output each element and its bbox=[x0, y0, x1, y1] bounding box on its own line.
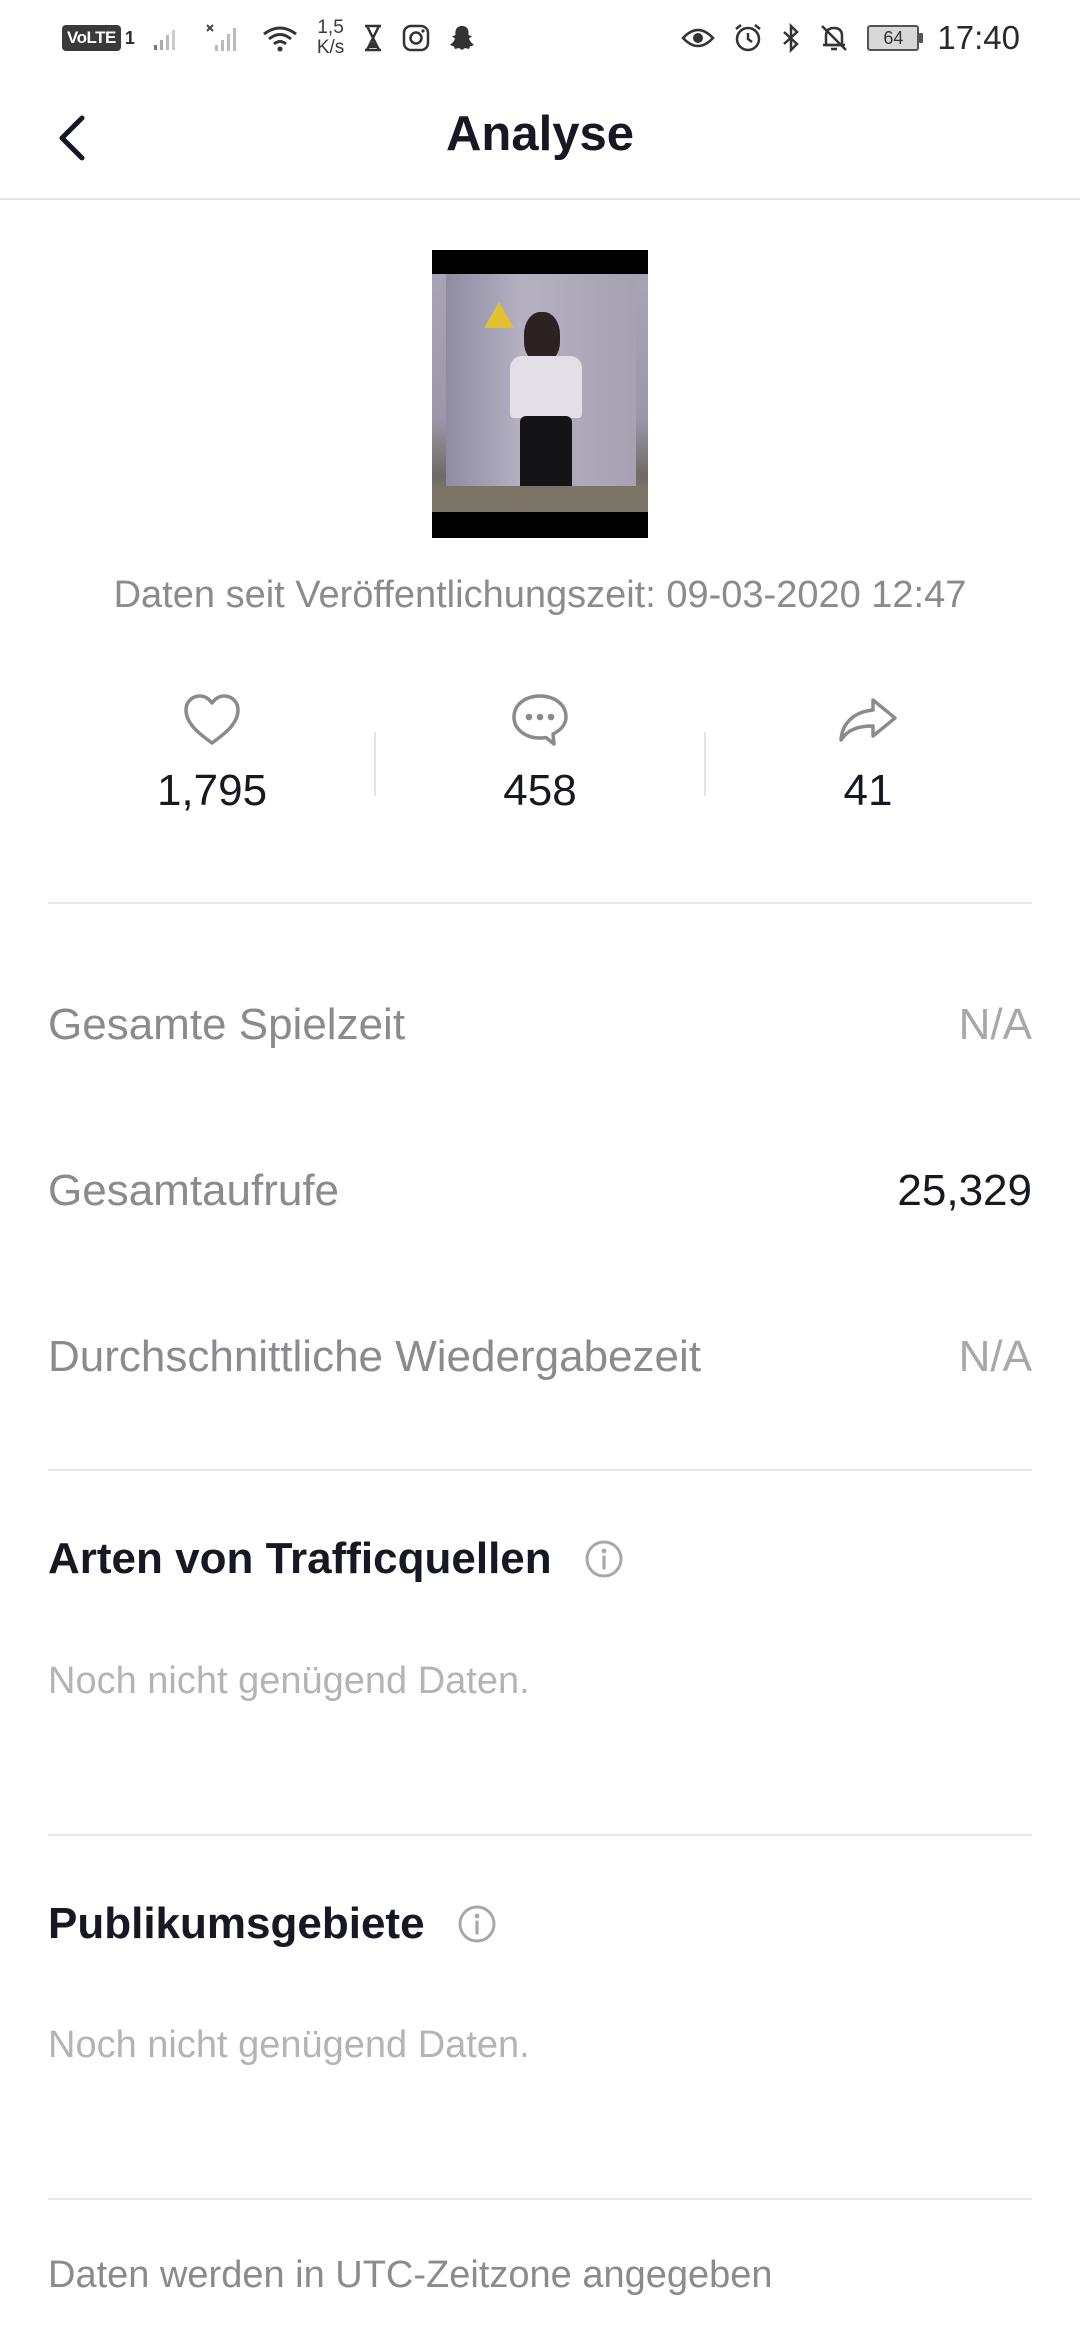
network-speed-value: 1,5 bbox=[317, 17, 344, 38]
comments-stat: 458 bbox=[376, 690, 704, 816]
wifi-icon bbox=[261, 24, 299, 52]
app-header: Analyse bbox=[0, 76, 1080, 200]
metric-total-views: Gesamtaufrufe 25,329 bbox=[48, 1151, 1032, 1231]
page-title: Analyse bbox=[446, 107, 634, 161]
video-thumbnail[interactable] bbox=[432, 250, 648, 538]
published-time: Daten seit Veröffentlichungszeit: 09-03-… bbox=[113, 574, 967, 616]
likes-stat: 1,795 bbox=[48, 690, 376, 816]
metric-value: N/A bbox=[958, 1332, 1032, 1381]
eye-icon bbox=[681, 26, 716, 50]
divider bbox=[48, 1834, 1032, 1836]
signal-no-service-icon bbox=[205, 23, 243, 53]
bell-muted-icon bbox=[819, 23, 849, 53]
heart-icon bbox=[182, 690, 242, 750]
comments-count: 458 bbox=[503, 766, 577, 815]
section-title-text: Arten von Trafficquellen bbox=[48, 1534, 552, 1583]
network-speed-unit: K/s bbox=[316, 37, 345, 58]
timezone-note: Daten werden in UTC-Zeitzone angegeben bbox=[48, 2254, 773, 2296]
likes-count: 1,795 bbox=[156, 766, 268, 815]
engagement-stats: 1,795 458 41 bbox=[48, 690, 1032, 840]
info-icon[interactable] bbox=[584, 1539, 624, 1579]
metric-label: Gesamte Spielzeit bbox=[48, 1000, 406, 1049]
shares-count: 41 bbox=[843, 766, 893, 815]
traffic-sources-note: Noch nicht genügend Daten. bbox=[48, 1660, 530, 1702]
status-bar: VoLTE 1 1,5 K/s 64 17:40 bbox=[0, 0, 1080, 76]
audience-regions-title: Publikumsgebiete bbox=[48, 1899, 497, 1949]
divider bbox=[48, 902, 1032, 904]
battery-indicator: 64 bbox=[867, 25, 924, 51]
signal-icon bbox=[153, 25, 187, 51]
instagram-icon bbox=[402, 24, 430, 52]
divider bbox=[48, 1469, 1032, 1471]
metric-label: Durchschnittliche Wiedergabezeit bbox=[48, 1332, 701, 1381]
status-time: 17:40 bbox=[937, 19, 1020, 56]
shares-stat: 41 bbox=[704, 690, 1032, 816]
comment-icon bbox=[510, 690, 570, 750]
metric-average-watch-time: Durchschnittliche Wiedergabezeit N/A bbox=[48, 1317, 1032, 1397]
metric-total-playtime: Gesamte Spielzeit N/A bbox=[48, 985, 1032, 1065]
hourglass-icon bbox=[362, 24, 384, 52]
volte-badge: VoLTE bbox=[62, 25, 121, 51]
share-icon bbox=[837, 690, 899, 750]
section-title-text: Publikumsgebiete bbox=[48, 1899, 425, 1948]
audience-regions-note: Noch nicht genügend Daten. bbox=[48, 2024, 530, 2066]
status-bar-left: VoLTE 1 1,5 K/s bbox=[62, 18, 476, 58]
alarm-icon bbox=[733, 23, 763, 53]
metric-value: 25,329 bbox=[897, 1166, 1032, 1215]
metric-value: N/A bbox=[958, 1000, 1032, 1049]
divider bbox=[48, 2198, 1032, 2200]
status-bar-right: 64 17:40 bbox=[681, 19, 1020, 57]
metric-label: Gesamtaufrufe bbox=[48, 1166, 340, 1215]
snapchat-icon bbox=[448, 24, 476, 52]
info-icon[interactable] bbox=[457, 1904, 497, 1944]
volte-sim-number: 1 bbox=[124, 27, 135, 48]
video-thumbnail-image bbox=[432, 274, 648, 512]
traffic-sources-title: Arten von Trafficquellen bbox=[48, 1534, 624, 1584]
network-speed: 1,5 K/s bbox=[317, 18, 344, 58]
bluetooth-icon bbox=[781, 23, 801, 53]
